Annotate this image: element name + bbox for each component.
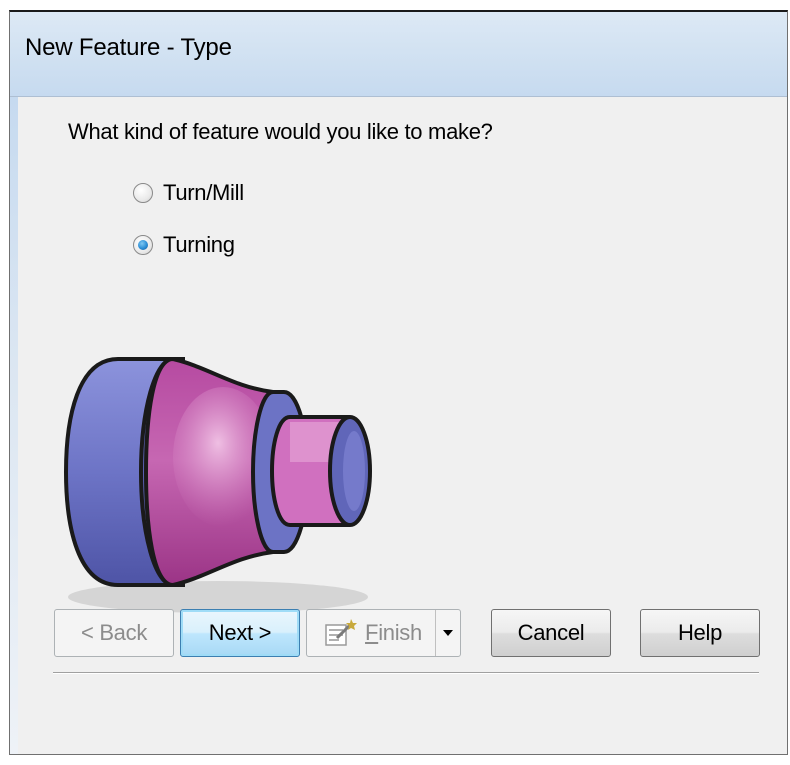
turned-part-illustration-icon [63,356,372,613]
radio-option-turn-mill[interactable]: Turn/Mill [133,180,244,206]
back-button[interactable]: < Back [54,609,174,657]
turning-radio-button[interactable] [133,235,153,255]
title-bar[interactable]: New Feature - Type [10,12,787,97]
finish-split-button[interactable]: Finish [306,609,461,657]
help-button[interactable]: Help [640,609,760,657]
next-button[interactable]: Next > [180,609,300,657]
turn-mill-radio-button[interactable] [133,183,153,203]
chevron-down-icon [443,630,453,636]
turn-mill-label: Turn/Mill [163,180,244,205]
new-feature-dialog: New Feature - Type What kind of feature … [9,10,788,755]
turning-label: Turning [163,232,235,257]
button-separator [53,672,759,674]
window-title: New Feature - Type [25,34,232,61]
finish-label: Finish [365,620,422,645]
cancel-button[interactable]: Cancel [491,609,611,657]
feature-type-question: What kind of feature would you like to m… [68,119,493,144]
window-frame-left [10,97,18,754]
radio-option-turning[interactable]: Turning [133,232,235,258]
finish-dropdown-arrow[interactable] [435,610,460,656]
finish-wand-icon [325,619,358,646]
